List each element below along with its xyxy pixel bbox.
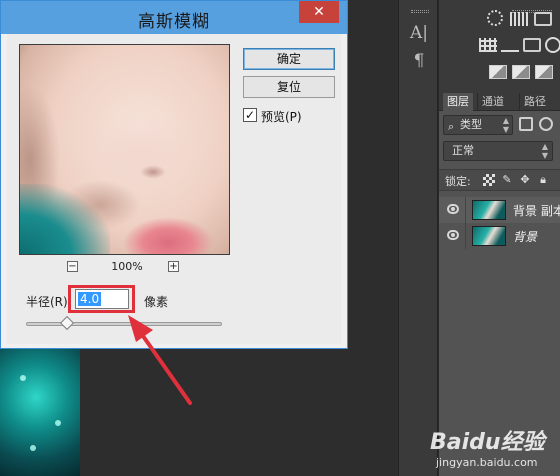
search-icon: ⌕: [448, 120, 455, 133]
checkbox-checked-icon[interactable]: ✓: [243, 108, 257, 122]
tools-panel: A| ¶: [398, 0, 438, 476]
gaussian-blur-dialog: 高斯模糊 ✕ − 100% + 半径(R) 4.0 像素 确定 复位 ✓ 预览(…: [0, 0, 348, 349]
brightness-icon[interactable]: [487, 10, 503, 26]
canvas-photo: [0, 345, 80, 476]
lock-label: 锁定:: [445, 175, 471, 188]
curves-icon[interactable]: [534, 12, 552, 26]
dialog-title: 高斯模糊: [138, 12, 210, 32]
zoom-controls: − 100% +: [67, 260, 187, 275]
layer-filter-label: 类型: [460, 118, 482, 131]
layer-row-background[interactable]: 背景: [439, 223, 560, 249]
blur-preview-image[interactable]: [19, 44, 230, 255]
preview-label: 预览(P): [261, 110, 302, 124]
radius-slider-thumb[interactable]: [59, 315, 75, 331]
zoom-in-button[interactable]: +: [168, 261, 179, 272]
lock-row: 锁定: ✎ ✥ 🔒︎: [439, 169, 560, 191]
layer-thumbnail: [472, 226, 506, 246]
ok-button[interactable]: 确定: [243, 48, 335, 70]
radius-unit: 像素: [144, 295, 169, 309]
visibility-eye-icon[interactable]: [447, 204, 459, 214]
color-balance-icon[interactable]: [479, 38, 497, 52]
levels-icon[interactable]: [510, 12, 528, 26]
radius-label: 半径(R): [26, 295, 68, 309]
chevron-updown-icon: ▲ ▼: [541, 142, 548, 160]
watermark-url: jingyan.baidu.com: [436, 456, 538, 469]
invert-icon[interactable]: [489, 65, 507, 79]
tab-channels[interactable]: 通道: [477, 93, 508, 111]
balance-icon[interactable]: [501, 38, 519, 52]
blend-mode-value: 正常: [452, 144, 474, 157]
posterize-icon[interactable]: [512, 65, 530, 79]
tab-layers[interactable]: 图层: [443, 93, 473, 111]
dialog-body: − 100% + 半径(R) 4.0 像素 确定 复位 ✓ 预览(P): [7, 34, 341, 344]
annotation-highlight-box: [68, 285, 135, 313]
close-button[interactable]: ✕: [299, 1, 339, 23]
blend-mode-select[interactable]: 正常 ▲ ▼: [443, 141, 553, 161]
watermark-brand: Baidu经验: [430, 430, 545, 455]
lock-move-icon[interactable]: ✥: [519, 174, 531, 186]
layers-panel: 图层 通道 路径 ⌕ 类型 ▲ ▼ 正常 ▲ ▼ 锁定: ✎ ✥ 🔒︎ 背景 副本 …: [439, 93, 560, 476]
adjustments-panel: [439, 0, 560, 93]
visibility-eye-icon[interactable]: [447, 230, 459, 240]
adjustment-filter-icon[interactable]: [539, 117, 553, 131]
gradient-map-icon[interactable]: [535, 65, 553, 79]
tab-paths[interactable]: 路径: [519, 93, 550, 111]
black-white-icon[interactable]: [523, 38, 541, 52]
chevron-updown-icon: ▲ ▼: [502, 116, 509, 134]
text-tool-icon[interactable]: A|: [407, 22, 431, 44]
layer-filter-select[interactable]: ⌕ 类型 ▲ ▼: [443, 115, 513, 135]
lock-transparency-icon[interactable]: [483, 174, 495, 186]
photo-filter-icon[interactable]: [545, 37, 560, 53]
layer-row-background-copy[interactable]: 背景 副本: [439, 197, 560, 223]
panel-grip-icon[interactable]: [411, 10, 429, 13]
baidu-watermark: Baidu经验 jingyan.baidu.com: [430, 424, 558, 474]
layer-name: 背景: [513, 230, 538, 244]
lock-all-icon[interactable]: 🔒︎: [537, 174, 549, 186]
layers-tabs: 图层 通道 路径: [439, 93, 560, 111]
paragraph-icon[interactable]: ¶: [407, 50, 431, 72]
radius-slider-track[interactable]: [26, 322, 222, 326]
layer-name: 背景 副本: [513, 204, 560, 218]
layer-thumbnail: [472, 200, 506, 220]
reset-button[interactable]: 复位: [243, 76, 335, 98]
dialog-titlebar[interactable]: 高斯模糊 ✕: [1, 1, 347, 34]
lock-brush-icon[interactable]: ✎: [501, 174, 513, 186]
pixel-filter-icon[interactable]: [519, 117, 533, 131]
